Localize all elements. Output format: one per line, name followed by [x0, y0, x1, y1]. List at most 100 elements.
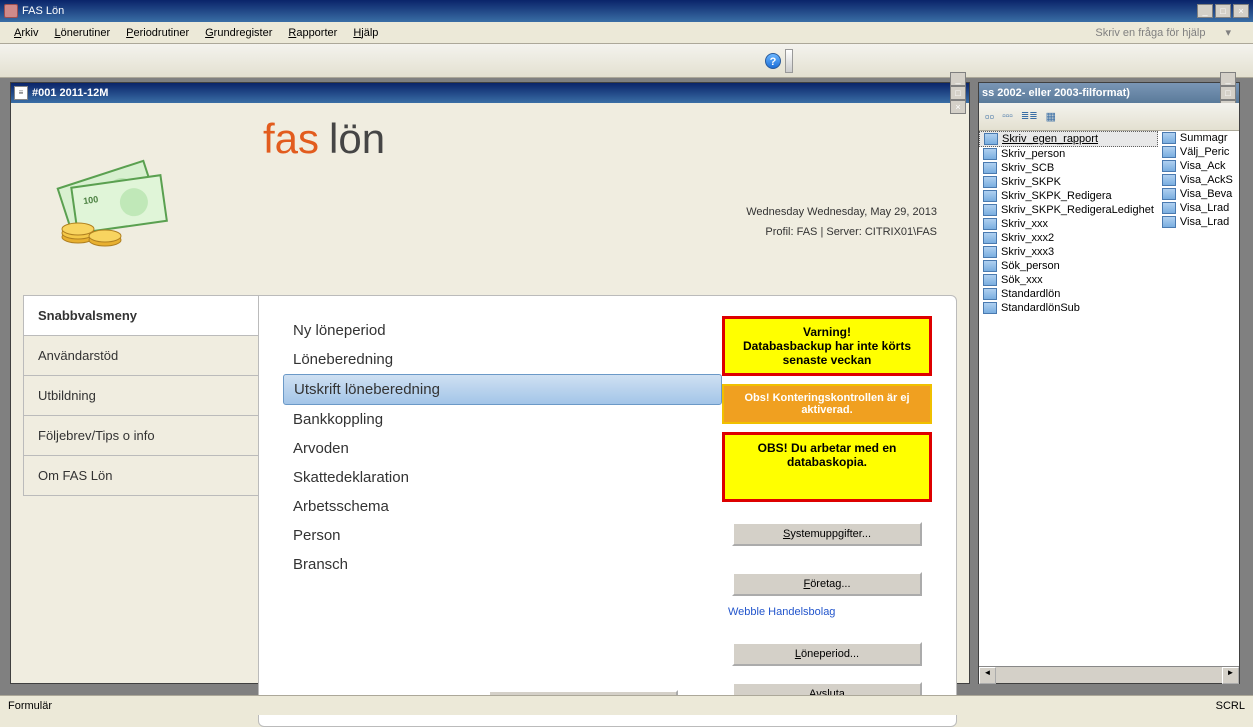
- db-hscroll[interactable]: ◄ ►: [979, 666, 1239, 683]
- db-item[interactable]: Visa_AckS: [1158, 173, 1239, 187]
- brand-lon: lön: [329, 115, 385, 163]
- form-object-icon: [984, 133, 998, 145]
- form-object-icon: [983, 274, 997, 286]
- menu-person[interactable]: Person: [283, 521, 722, 550]
- menu-periodrutiner[interactable]: Periodrutiner: [118, 25, 197, 41]
- db-item[interactable]: Välj_Peric: [1158, 145, 1239, 159]
- db-item[interactable]: Summagr: [1158, 131, 1239, 145]
- menu-utskrift-loneberedning[interactable]: Utskrift löneberedning: [283, 374, 722, 405]
- systemuppgifter-button[interactable]: Systemuppgifter...: [732, 522, 922, 546]
- db-item-label: Skriv_SCB: [1001, 162, 1054, 174]
- db-item[interactable]: Skriv_person: [979, 147, 1158, 161]
- toolbar: ?: [0, 44, 1253, 78]
- warning-text: Databasbackup har inte körts senaste vec…: [731, 339, 923, 367]
- help-search[interactable]: Skriv en fråga för hjälp ▾: [1087, 24, 1247, 41]
- db-minimize-button[interactable]: _: [1220, 72, 1236, 86]
- view-details-icon[interactable]: ▦: [1046, 110, 1056, 123]
- db-item[interactable]: Visa_Beva: [1158, 187, 1239, 201]
- menu-hjalp[interactable]: Hjälp: [345, 25, 386, 41]
- db-titlebar: ss 2002- eller 2003-filformat) _ □ ×: [979, 83, 1239, 103]
- sidebar-item-snabbval[interactable]: Snabbvalsmeny: [23, 295, 259, 335]
- db-item-label: Sök_person: [1001, 260, 1060, 272]
- db-item[interactable]: StandardlönSub: [979, 301, 1158, 315]
- db-item[interactable]: Sök_person: [979, 259, 1158, 273]
- form-object-icon: [983, 232, 997, 244]
- menu-arkiv[interactable]: Arkiv: [6, 25, 46, 41]
- main-child-window: ≡ #001 2011-12M _ □ × 100: [10, 82, 970, 684]
- warning-title: Varning!: [731, 325, 923, 339]
- menu-arvoden[interactable]: Arvoden: [283, 434, 722, 463]
- view-small-icon[interactable]: ▫▫▫: [1002, 111, 1013, 122]
- child-maximize-button[interactable]: □: [950, 86, 966, 100]
- db-item-label: Skriv_person: [1001, 148, 1065, 160]
- app-title: FAS Lön: [18, 5, 1197, 17]
- db-item[interactable]: Sök_xxx: [979, 273, 1158, 287]
- help-icon[interactable]: ?: [765, 53, 781, 69]
- svg-text:100: 100: [83, 194, 99, 206]
- sidebar-item-utbildning[interactable]: Utbildning: [23, 375, 259, 415]
- warning-kopia: OBS! Du arbetar med en databaskopia.: [722, 432, 932, 502]
- scroll-left-icon[interactable]: ◄: [979, 667, 996, 684]
- logo-area: 100 100: [23, 115, 263, 295]
- child-title: #001 2011-12M: [32, 87, 950, 99]
- child-minimize-button[interactable]: _: [950, 72, 966, 86]
- menu-rapporter[interactable]: Rapporter: [280, 25, 345, 41]
- loneperiod-button[interactable]: Löneperiod...: [732, 642, 922, 666]
- sidebar-item-om[interactable]: Om FAS Lön: [23, 455, 259, 496]
- db-item-label: Visa_Ack: [1180, 160, 1226, 172]
- child-close-button[interactable]: ×: [950, 100, 966, 114]
- maximize-button[interactable]: □: [1215, 4, 1231, 18]
- db-item[interactable]: Skriv_xxx3: [979, 245, 1158, 259]
- view-large-icon[interactable]: ▫▫: [985, 109, 994, 124]
- toolbar-grip: [785, 49, 793, 73]
- db-item[interactable]: Skriv_SKPK_RedigeraLedighet: [979, 203, 1158, 217]
- form-object-icon: [1162, 132, 1176, 144]
- db-item[interactable]: Skriv_egen_rapport: [979, 131, 1158, 147]
- menu-bransch[interactable]: Bransch: [283, 550, 722, 579]
- app-titlebar: FAS Lön _ □ ×: [0, 0, 1253, 22]
- minimize-button[interactable]: _: [1197, 4, 1213, 18]
- sidebar-item-foljebrev[interactable]: Följebrev/Tips o info: [23, 415, 259, 455]
- scroll-right-icon[interactable]: ►: [1222, 667, 1239, 684]
- db-item[interactable]: Visa_Lrad: [1158, 201, 1239, 215]
- menu-lonerutiner[interactable]: Lönerutiner: [46, 25, 118, 41]
- db-item[interactable]: Skriv_SKPK: [979, 175, 1158, 189]
- menu-bankkoppling[interactable]: Bankkoppling: [283, 405, 722, 434]
- db-item[interactable]: Skriv_SCB: [979, 161, 1158, 175]
- statusbar: Formulär SCRL: [0, 695, 1253, 715]
- db-maximize-button[interactable]: □: [1220, 86, 1236, 100]
- form-object-icon: [983, 260, 997, 272]
- dropdown-icon: ▾: [1217, 24, 1239, 41]
- close-button[interactable]: ×: [1233, 4, 1249, 18]
- db-item[interactable]: Standardlön: [979, 287, 1158, 301]
- company-link[interactable]: Webble Handelsbolag: [722, 604, 932, 620]
- db-item[interactable]: Skriv_SKPK_Redigera: [979, 189, 1158, 203]
- db-item[interactable]: Visa_Lrad: [1158, 215, 1239, 229]
- brand-fas: fas: [263, 115, 319, 163]
- content-panel: Ny löneperiod Löneberedning Utskrift lön…: [258, 295, 957, 727]
- sidebar-item-anvandarstod[interactable]: Användarstöd: [23, 335, 259, 375]
- menu-loneberedning[interactable]: Löneberedning: [283, 345, 722, 374]
- money-illustration: 100 100: [43, 142, 183, 255]
- menu-skattedeklaration[interactable]: Skattedeklaration: [283, 463, 722, 492]
- form-object-icon: [983, 302, 997, 314]
- form-object-icon: [983, 218, 997, 230]
- form-object-icon: [983, 204, 997, 216]
- menu-grundregister[interactable]: Grundregister: [197, 25, 280, 41]
- db-item-label: Välj_Peric: [1180, 146, 1230, 158]
- db-item-label: Skriv_xxx3: [1001, 246, 1054, 258]
- db-item-label: Summagr: [1180, 132, 1228, 144]
- view-list-icon[interactable]: ≣≣: [1021, 111, 1038, 122]
- date-line: Wednesday Wednesday, May 29, 2013: [263, 203, 937, 223]
- db-item[interactable]: Visa_Ack: [1158, 159, 1239, 173]
- db-item[interactable]: Skriv_xxx2: [979, 231, 1158, 245]
- menu-arbetsschema[interactable]: Arbetsschema: [283, 492, 722, 521]
- db-item[interactable]: Skriv_xxx: [979, 217, 1158, 231]
- foretag-button[interactable]: Företag...: [732, 572, 922, 596]
- brand: fas lön: [263, 115, 957, 163]
- db-item-label: Sök_xxx: [1001, 274, 1043, 286]
- status-left: Formulär: [8, 700, 52, 712]
- help-placeholder: Skriv en fråga för hjälp: [1087, 25, 1213, 41]
- menu-ny-loneperiod[interactable]: Ny löneperiod: [283, 316, 722, 345]
- db-object-list: Skriv_egen_rapportSkriv_personSkriv_SCBS…: [979, 131, 1239, 666]
